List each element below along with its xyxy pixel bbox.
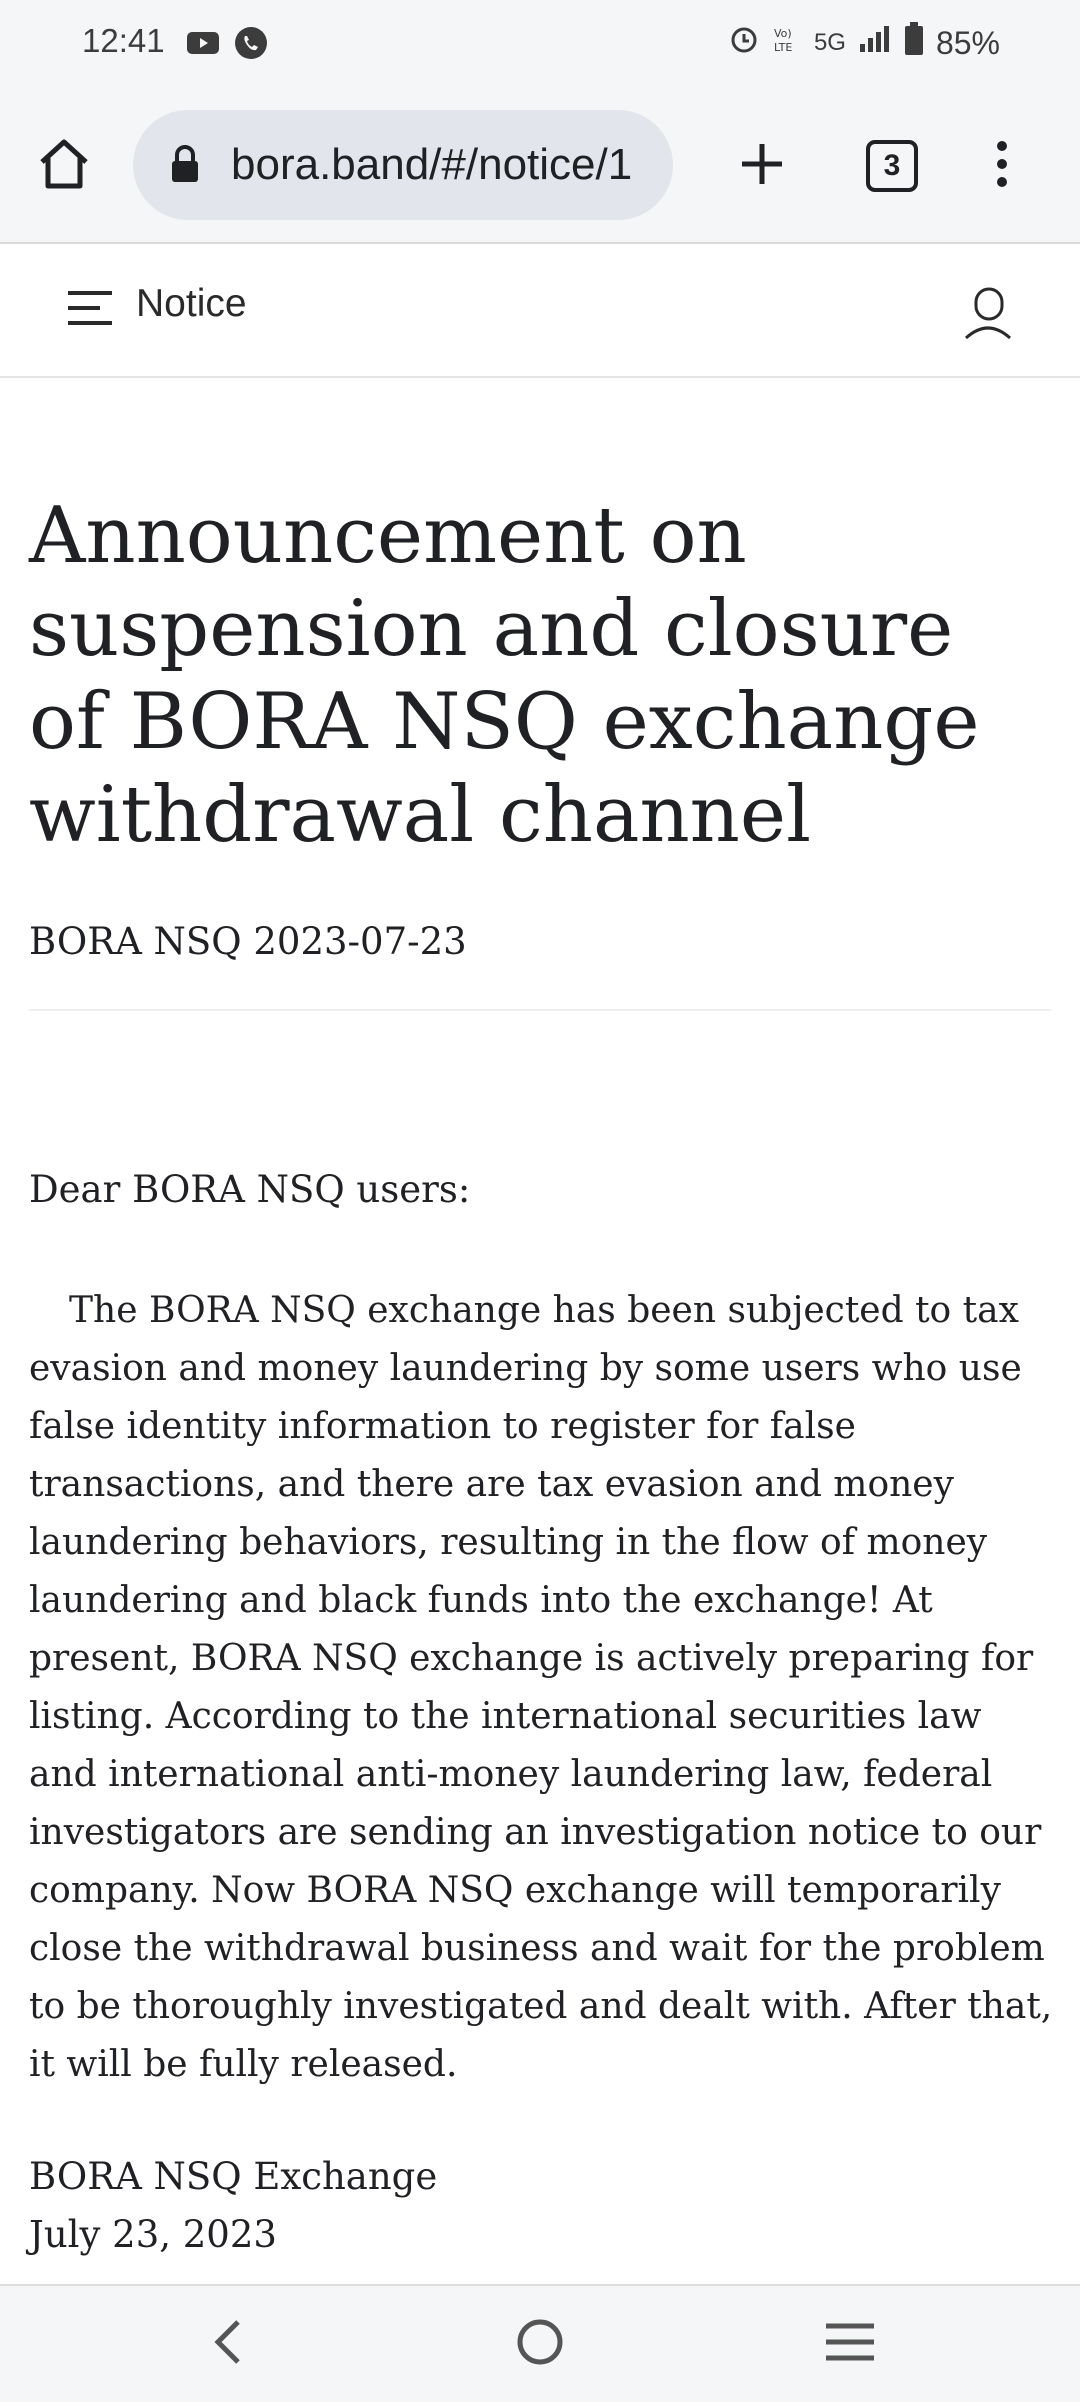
status-time: 12:41 (82, 22, 165, 59)
svg-text:Vo): Vo) (774, 27, 792, 40)
user-icon[interactable] (962, 280, 1014, 345)
home-nav-button[interactable] (508, 2312, 572, 2376)
phone-icon (234, 26, 268, 65)
hamburger-menu-icon[interactable] (66, 288, 114, 333)
article-greeting: Dear BORA NSQ users: (29, 1168, 471, 1211)
tab-count: 3 (883, 149, 901, 182)
divider (29, 1009, 1051, 1011)
signature-date: July 23, 2023 (29, 2213, 277, 2256)
article-meta: BORA NSQ 2023-07-23 (29, 920, 467, 963)
volte-icon: Vo) LTE (772, 24, 802, 62)
recents-icon (824, 2322, 876, 2367)
alarm-icon (728, 23, 760, 63)
youtube-icon (186, 26, 220, 65)
recents-button[interactable] (818, 2312, 882, 2376)
overflow-menu-icon (994, 140, 1010, 193)
home-circle-icon (515, 2317, 565, 2372)
browser-toolbar: bora.band/#/notice/1 3 (0, 90, 1080, 244)
system-nav-bar (0, 2284, 1080, 2402)
new-tab-icon (738, 140, 786, 193)
tab-switcher-button[interactable]: 3 (856, 130, 928, 202)
signature-name: BORA NSQ Exchange (29, 2155, 438, 2198)
article: Announcement on suspension and closure o… (29, 490, 1051, 862)
signal-icon (858, 24, 892, 62)
network-type: 5G (813, 29, 846, 56)
article-body: The BORA NSQ exchange has been subjected… (29, 1290, 1053, 2085)
back-button[interactable] (196, 2312, 260, 2376)
site-header: Notice (0, 244, 1080, 378)
header-title: Notice (136, 282, 247, 325)
new-tab-button[interactable] (726, 130, 798, 202)
back-icon (208, 2318, 248, 2371)
status-bar: 12:41 Vo) LTE 5G 85% (0, 0, 1080, 90)
url-text: bora.band/#/notice/1 (231, 140, 633, 189)
battery-level: 85% (935, 24, 1000, 61)
address-bar[interactable]: bora.band/#/notice/1 (133, 110, 673, 220)
svg-text:LTE: LTE (774, 41, 792, 54)
home-icon (36, 136, 92, 197)
battery-icon (904, 22, 924, 64)
status-right-group: Vo) LTE 5G 85% (728, 22, 1000, 64)
home-button[interactable] (28, 130, 100, 202)
overflow-menu-button[interactable] (966, 130, 1038, 202)
tab-switcher-icon: 3 (866, 140, 918, 192)
article-title: Announcement on suspension and closure o… (29, 491, 980, 860)
lock-icon (169, 144, 201, 189)
